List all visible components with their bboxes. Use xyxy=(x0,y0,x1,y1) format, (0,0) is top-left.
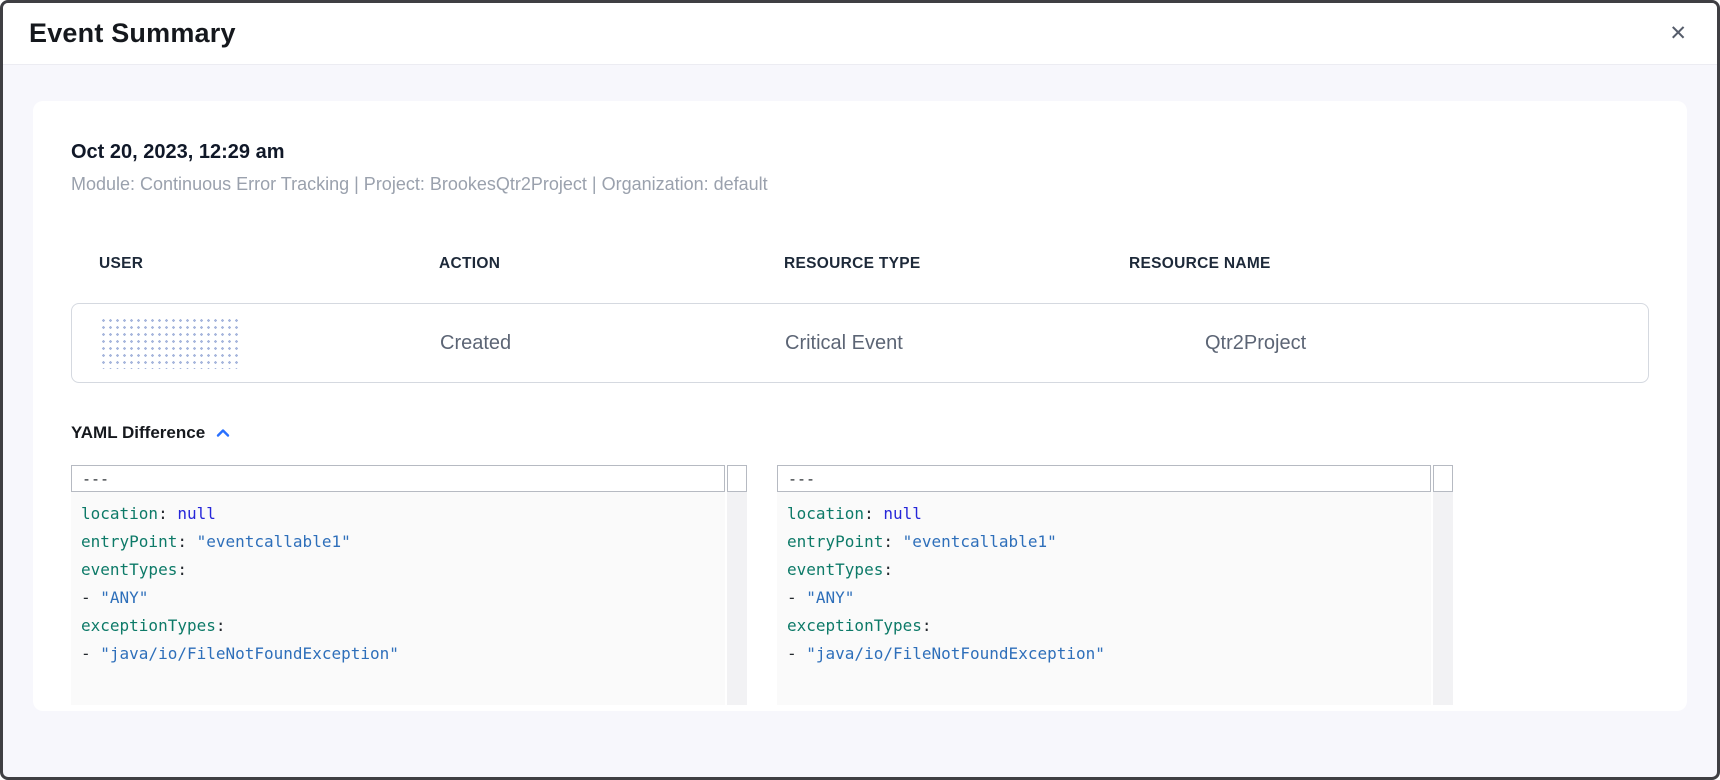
scrollbar-left[interactable] xyxy=(727,465,747,705)
scrollbar-corner-left xyxy=(727,465,747,492)
scrollbar-track-right[interactable] xyxy=(1433,492,1453,705)
close-button[interactable]: ✕ xyxy=(1665,19,1691,48)
table-row: Created Critical Event Qtr2Project xyxy=(71,303,1649,383)
yaml-diff-panels: --- location: nullentryPoint: "eventcall… xyxy=(71,465,1453,705)
modal-header: Event Summary ✕ xyxy=(3,3,1717,65)
cell-resource-name: Qtr2Project xyxy=(1130,332,1648,355)
yaml-difference-toggle[interactable]: YAML Difference xyxy=(71,423,231,443)
event-card: Oct 20, 2023, 12:29 am Module: Continuou… xyxy=(33,101,1687,711)
yaml-panel-right: --- location: nullentryPoint: "eventcall… xyxy=(777,465,1453,705)
column-header-action: ACTION xyxy=(439,255,784,273)
yaml-panel-right-editor: --- location: nullentryPoint: "eventcall… xyxy=(777,465,1431,705)
event-meta: Module: Continuous Error Tracking | Proj… xyxy=(71,174,1649,195)
cell-action: Created xyxy=(440,332,785,355)
event-timestamp: Oct 20, 2023, 12:29 am xyxy=(71,141,1649,164)
chevron-up-icon xyxy=(215,425,231,441)
cell-resource-type: Critical Event xyxy=(785,332,1130,355)
scrollbar-track-left[interactable] xyxy=(727,492,747,705)
yaml-code: location: nullentryPoint: "eventcallable… xyxy=(71,492,725,705)
yaml-code: location: nullentryPoint: "eventcallable… xyxy=(777,492,1431,705)
yaml-difference-label: YAML Difference xyxy=(71,423,205,443)
column-header-resource-type: RESOURCE TYPE xyxy=(784,255,1129,273)
scrollbar-right[interactable] xyxy=(1433,465,1453,705)
scrollbar-corner-right xyxy=(1433,465,1453,492)
yaml-panel-left-editor: --- location: nullentryPoint: "eventcall… xyxy=(71,465,725,705)
event-summary-modal: Event Summary ✕ Oct 20, 2023, 12:29 am M… xyxy=(0,0,1720,780)
yaml-doc-start-left: --- xyxy=(71,465,725,492)
cell-user xyxy=(100,317,440,369)
table-header-row: USER ACTION RESOURCE TYPE RESOURCE NAME xyxy=(71,255,1649,273)
modal-body: Oct 20, 2023, 12:29 am Module: Continuou… xyxy=(3,65,1717,777)
modal-title: Event Summary xyxy=(29,18,236,49)
yaml-panel-left: --- location: nullentryPoint: "eventcall… xyxy=(71,465,747,705)
column-header-user: USER xyxy=(99,255,439,273)
yaml-doc-start-right: --- xyxy=(777,465,1431,492)
column-header-resource-name: RESOURCE NAME xyxy=(1129,255,1649,273)
redacted-user-pattern xyxy=(100,317,240,369)
